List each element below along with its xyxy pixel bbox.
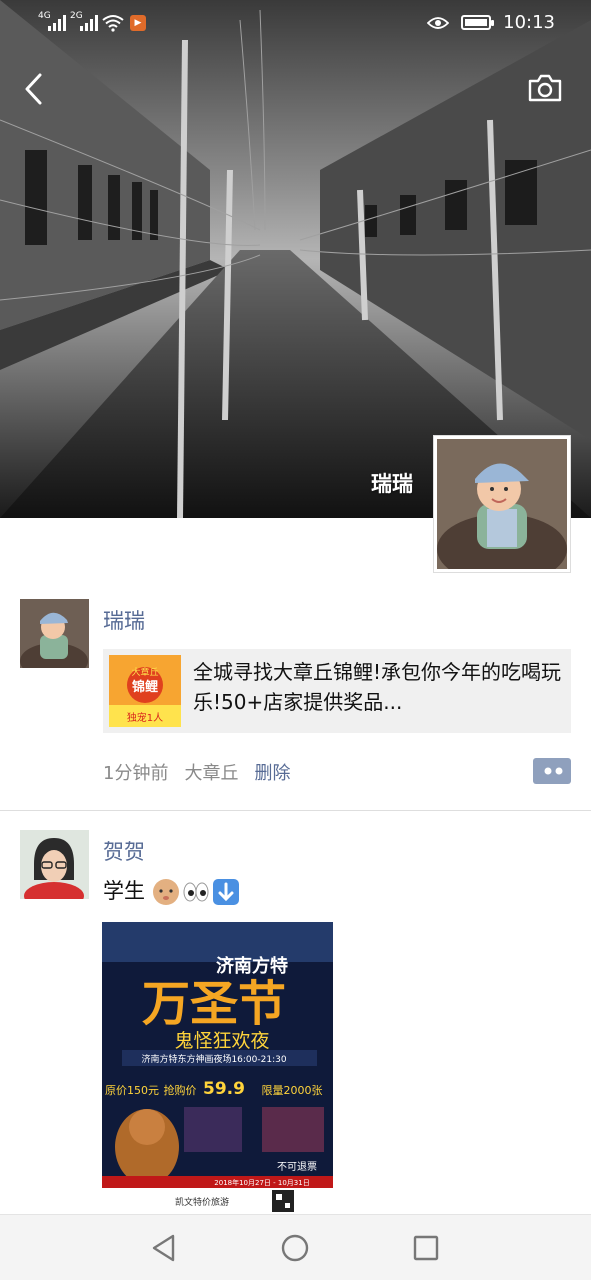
baby-avatar-image [20,599,89,668]
halloween-poster-image: 济南方特 万圣节 鬼怪狂欢夜 济南方特东方神画夜场16:00-21:30 原价1… [102,922,333,1214]
eyes-emoji [183,882,209,902]
status-time: 10:13 [503,12,555,33]
post-location[interactable]: 大章丘 [184,759,238,785]
post-text: 学生 [103,875,240,906]
triangle-back-icon[interactable] [148,1232,180,1264]
square-recents-icon[interactable] [410,1232,442,1264]
poster-venue: 济南方特东方神画夜场16:00-21:30 [141,1053,286,1065]
owner-name[interactable]: 瑞瑞 [371,468,413,498]
post-time: 1分钟前 [103,763,169,784]
avatar[interactable] [20,830,89,899]
eye-comfort-icon [427,16,450,29]
poster-subtitle: 鬼怪狂欢夜 [174,1030,269,1052]
link-card[interactable]: 大章丘 锦鲤 独宠1人 全城寻找大章丘锦鲤!承包你今年的吃喝玩乐!50+店家提供… [103,649,571,733]
poster-limit: 限量2000张 [262,1084,323,1097]
poster-no-refund: 不可退票 [277,1161,317,1173]
wifi-icon [102,15,124,32]
post-text-content: 学生 [103,879,145,903]
video-app-icon: ▶ [130,15,146,31]
poster-sale-price: 59.9 [203,1079,245,1099]
status-bar: 4G 2G ▶ 10:13 [0,0,591,48]
signal-4g-icon: 4G [38,11,66,33]
poster-brand: 济南方特 [216,955,288,977]
post-meta: 1分钟前 大章丘 删除 [103,759,290,785]
down-arrow-emoji [212,879,239,905]
thumb-line-2: 锦鲤 [132,679,158,695]
chevron-left-icon[interactable] [18,70,50,108]
post-divider [0,810,591,811]
circle-home-icon[interactable] [279,1232,311,1264]
delete-link[interactable]: 删除 [254,759,290,785]
battery-icon [461,15,495,30]
poster-date: 2018年10月27日 - 10月31日 [214,1178,309,1187]
woman-avatar-image [20,830,89,899]
avatar[interactable] [20,599,89,668]
signal-2g-icon: 2G [70,11,98,33]
camera-icon[interactable] [527,72,563,104]
baby-avatar-image [437,439,567,569]
post-author-name[interactable]: 瑞瑞 [103,605,145,635]
thumb-line-3: 独宠1人 [127,711,163,724]
poster-footer: 凯文特价旅游 [175,1196,229,1208]
comment-more-icon[interactable] [533,758,571,784]
system-navigation-bar [0,1214,591,1280]
baby-emoji [152,879,179,905]
thumb-line-1: 大章丘 [131,666,158,678]
moments-page: 4G 2G ▶ 10:13 瑞瑞 瑞瑞 大章丘 锦鲤 独宠1人 全城寻找大章丘锦… [0,0,591,1280]
link-title: 全城寻找大章丘锦鲤!承包你今年的吃喝玩乐!50+店家提供奖品... [193,660,562,714]
poster-sale-label: 抢购价 [164,1083,197,1097]
poster-original-price: 原价150元 [105,1084,159,1097]
owner-avatar[interactable] [433,435,571,573]
link-thumbnail: 大章丘 锦鲤 独宠1人 [109,655,181,727]
poster-title: 万圣节 [142,976,286,1032]
post-image[interactable]: 济南方特 万圣节 鬼怪狂欢夜 济南方特东方神画夜场16:00-21:30 原价1… [102,922,333,1214]
post-author-name[interactable]: 贺贺 [103,836,145,866]
